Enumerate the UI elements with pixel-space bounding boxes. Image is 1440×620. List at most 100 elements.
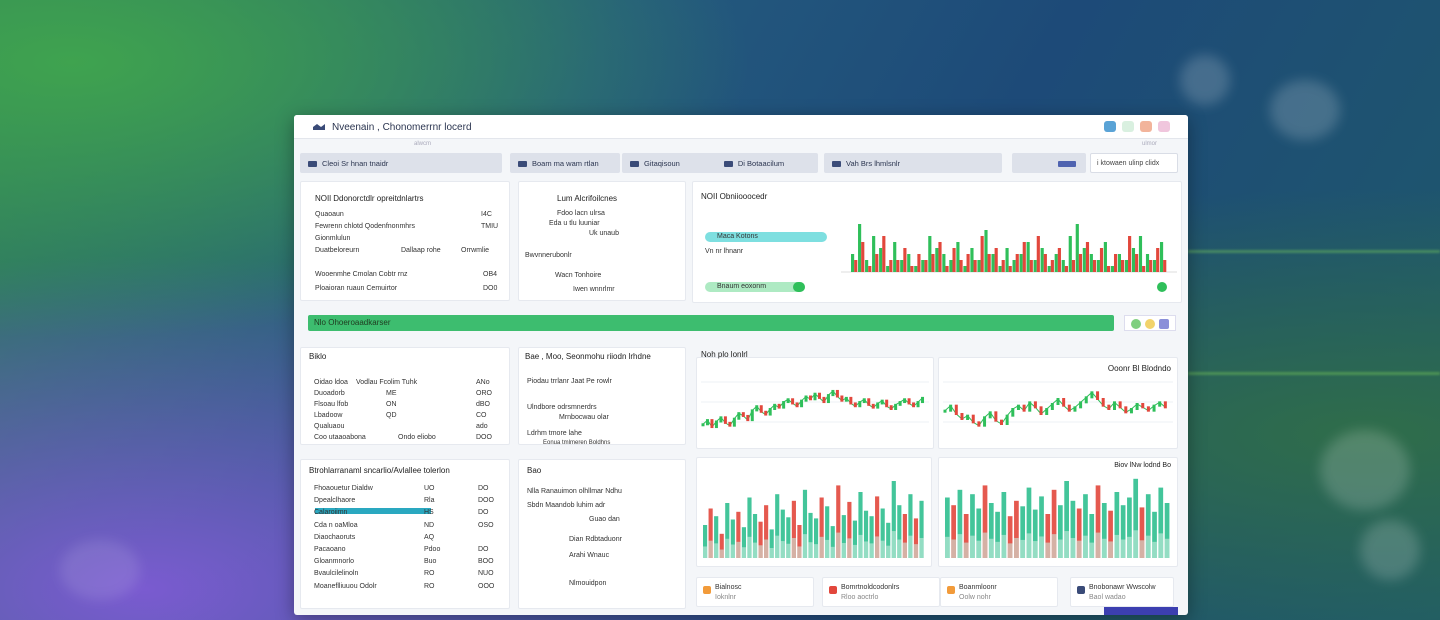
candle: [800, 399, 804, 408]
bar-shade: [863, 541, 869, 558]
bar: [1092, 260, 1097, 272]
nav-item-4[interactable]: Vah Brs lhmlsnlr: [824, 153, 1002, 173]
bar-shade: [758, 545, 763, 558]
candle: [1141, 403, 1145, 409]
overview-row-value: I4C: [481, 211, 492, 218]
bar: [907, 254, 911, 272]
bar: [980, 236, 984, 272]
candle: [954, 404, 958, 415]
tile-icon: [947, 586, 955, 594]
allocation-row-v2: DO: [478, 509, 489, 517]
candle: [831, 389, 835, 397]
bar-shade: [791, 537, 796, 558]
bar-shade: [819, 536, 824, 558]
nav-item-1[interactable]: Cleoi Sr hnan tnaidr: [300, 153, 502, 173]
bar-shade: [852, 544, 858, 558]
bar-shade: [957, 534, 963, 558]
nav-item-3[interactable]: Gitaqisoun Di Botaacilum: [622, 153, 818, 173]
bar-shade: [880, 540, 885, 558]
bar-shade: [945, 536, 950, 558]
bar-shade: [1139, 540, 1145, 558]
candle: [1158, 401, 1162, 407]
bar: [966, 254, 970, 272]
action-icon[interactable]: [1145, 319, 1155, 329]
nav-item-5[interactable]: [1012, 153, 1086, 173]
toggle-dot[interactable]: [793, 282, 805, 292]
bar-chart-panel-2: Biov lNw lodnd Bo: [938, 457, 1178, 567]
candle: [916, 401, 920, 408]
candle: [1039, 406, 1043, 415]
candle: [705, 419, 709, 426]
bar: [1110, 266, 1114, 272]
candle: [764, 410, 768, 416]
candle: [889, 405, 893, 410]
allocation-row-v1: RO: [424, 570, 435, 578]
bar: [1089, 254, 1093, 272]
summary-row: Wacn Tonhoire: [555, 272, 602, 279]
bar-shade: [897, 539, 902, 558]
transactions-panel: Bao Nlla Ranauimon olhllmar Ndhu Sbdn Ma…: [518, 459, 686, 609]
action-icon[interactable]: [1159, 319, 1169, 329]
user-icon[interactable]: [1140, 121, 1152, 132]
bar-shade: [913, 544, 919, 558]
candle: [844, 396, 848, 402]
bar: [1124, 260, 1129, 272]
summary-tile[interactable]: Boanmloonr Oolw nohr: [940, 577, 1058, 607]
search-input[interactable]: i ktowaen ulinp clidx: [1090, 153, 1178, 173]
bar-shade: [1026, 533, 1032, 558]
details-row-label: Flsoau lfob: [314, 401, 349, 408]
summary-tile[interactable]: Bialnosc Ioknlnr: [696, 577, 814, 607]
nav-item-2[interactable]: Boam ma wam rtlan: [510, 153, 620, 173]
bar: [1103, 242, 1107, 272]
notes-title: Bae , Moo, Seonmohu riiodn lrhdne: [525, 352, 651, 361]
bar: [1163, 260, 1167, 272]
bar-shade: [1152, 541, 1157, 558]
progress-actions[interactable]: [1124, 315, 1176, 331]
candle-chart-1: [701, 381, 929, 429]
candle: [782, 401, 786, 409]
bar-shade: [891, 531, 896, 558]
subtab-right[interactable]: ulmor: [1142, 141, 1157, 147]
bar: [1040, 248, 1044, 272]
settings-icon[interactable]: [1158, 121, 1170, 132]
summary-row: Uk unaub: [589, 230, 619, 237]
bar: [973, 260, 977, 272]
allocation-row-v2: DO: [478, 485, 489, 492]
action-icon[interactable]: [1131, 319, 1141, 329]
bar: [1036, 236, 1040, 272]
summary-tile[interactable]: Bomrtnoldcodonlrs Rloo aoctrlo: [822, 577, 940, 607]
candle: [1152, 404, 1156, 412]
bar-shade: [908, 535, 913, 558]
nav-bar: Cleoi Sr hnan tnaidr Boam ma wam rtlan G…: [300, 153, 1180, 173]
notes-row: Ldrhm tmore lahe: [527, 430, 582, 437]
allocations-title: Btrohlarranaml sncarlio/Avlallee tolerlo…: [309, 466, 450, 475]
subtab-left[interactable]: alwcm: [414, 141, 431, 147]
details-row-v1: QD: [386, 412, 397, 419]
chat-icon[interactable]: [1104, 121, 1116, 132]
legend-tag-3[interactable]: Bnaum eoxonm: [705, 282, 805, 292]
bar-shade: [752, 542, 758, 558]
candle: [1118, 401, 1122, 409]
bar: [910, 266, 914, 272]
candle: [1056, 398, 1060, 405]
background-line: [1188, 372, 1440, 375]
legend-tag-1[interactable]: Maca Kotons: [705, 232, 827, 242]
footer-accent: [1104, 607, 1178, 615]
tile-sub: Baol wadao: [1089, 594, 1126, 601]
summary-tile[interactable]: Bnobonawr Wwscolw Baol wadao: [1070, 577, 1174, 607]
transactions-row: Nlmouidpon: [569, 580, 607, 587]
candle-chart-panel-1: Noh plo lonlrl: [696, 350, 934, 449]
background-line: [1188, 250, 1440, 253]
candle: [1084, 396, 1088, 404]
bar: [914, 266, 918, 272]
candle: [862, 398, 866, 404]
app-logo-icon: [313, 124, 325, 130]
candle: [835, 389, 839, 398]
candle: [737, 412, 741, 420]
allocation-row-v1: RO: [424, 582, 435, 590]
bar-shade: [886, 545, 891, 558]
notification-icon[interactable]: [1122, 121, 1134, 132]
tile-label: Bomrtnoldcodonlrs: [841, 584, 900, 591]
details-row-label: Lbadoow: [314, 412, 343, 419]
transactions-row: Dian Rdbtaduonr: [569, 536, 622, 543]
